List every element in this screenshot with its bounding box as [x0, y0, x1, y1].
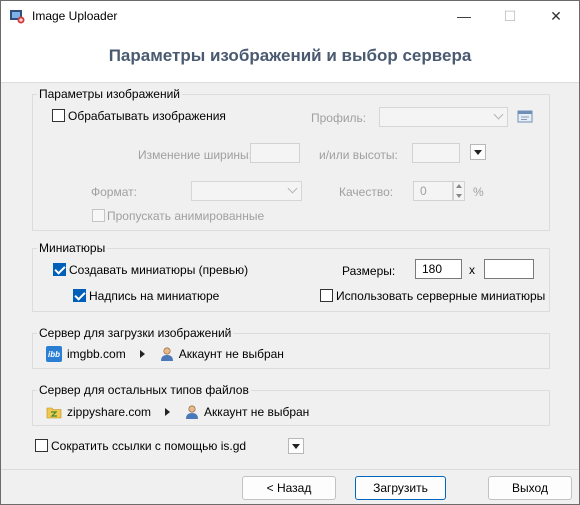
thumbnails-group-label: Миниатюры	[37, 241, 108, 255]
maximize-button[interactable]: ☐	[487, 1, 533, 31]
server-thumbnails-label[interactable]: Использовать серверные миниатюры	[336, 289, 545, 303]
close-button[interactable]: ✕	[533, 1, 579, 31]
height-label: и/или высоты:	[319, 148, 398, 162]
file-server-selector[interactable]: zippyshare.com Аккаунт не выбран	[46, 404, 309, 420]
title-bar: Image Uploader — ☐ ✕	[1, 1, 579, 31]
skip-animated-label[interactable]: Пропускать анимированные	[107, 209, 264, 223]
process-images-checkbox[interactable]	[52, 109, 65, 122]
quality-label: Качество:	[339, 185, 394, 199]
thumb-height-input[interactable]	[484, 259, 534, 279]
triangle-down-icon	[292, 443, 300, 449]
size-separator: x	[469, 263, 475, 277]
triangle-down-icon	[474, 149, 482, 155]
thumb-width-value: 180	[422, 262, 443, 276]
quality-value: 0	[420, 184, 427, 198]
app-icon	[10, 10, 25, 24]
image-params-group-label: Параметры изображений	[37, 87, 182, 101]
app-window: Image Uploader — ☐ ✕ Параметры изображен…	[0, 0, 580, 505]
imgbb-icon: ibb	[46, 346, 62, 362]
resize-width-label: Изменение ширины:	[138, 148, 252, 162]
chevron-down-icon	[287, 183, 298, 194]
spin-up-icon	[456, 184, 462, 188]
format-label: Формат:	[91, 185, 137, 199]
upload-button[interactable]: Загрузить	[355, 476, 446, 500]
zippyshare-icon	[46, 407, 62, 419]
window-title: Image Uploader	[32, 9, 118, 23]
thumbnail-caption-label[interactable]: Надпись на миниатюре	[89, 289, 219, 303]
thumbnail-caption-checkbox[interactable]	[73, 289, 86, 302]
minimize-button[interactable]: —	[441, 1, 487, 31]
process-images-label[interactable]: Обрабатывать изображения	[68, 109, 226, 123]
shorten-links-checkbox[interactable]	[35, 439, 48, 452]
percent-label: %	[473, 185, 484, 199]
create-thumbnails-label[interactable]: Создавать миниатюры (превью)	[69, 263, 248, 277]
footer-divider	[1, 469, 579, 470]
thumb-width-input[interactable]: 180	[415, 259, 462, 279]
profile-edit-icon[interactable]	[517, 109, 533, 125]
file-server-group-label: Сервер для остальных типов файлов	[37, 383, 251, 397]
exit-button[interactable]: Выход	[488, 476, 572, 500]
image-server-group-label: Сервер для загрузки изображений	[37, 326, 234, 340]
format-select[interactable]	[191, 181, 302, 201]
file-server-account[interactable]: Аккаунт не выбран	[204, 405, 309, 419]
image-server-selector[interactable]: ibb imgbb.com Аккаунт не выбран	[46, 346, 284, 362]
server-thumbnails-checkbox[interactable]	[320, 289, 333, 302]
spin-down-icon	[456, 194, 462, 198]
sizes-label: Размеры:	[342, 264, 396, 278]
image-server-account[interactable]: Аккаунт не выбран	[179, 347, 284, 361]
quality-input[interactable]: 0	[413, 181, 453, 201]
skip-animated-checkbox[interactable]	[92, 209, 105, 222]
shortener-dropdown[interactable]	[288, 438, 304, 454]
resize-width-input[interactable]	[250, 143, 300, 163]
chevron-down-icon	[493, 109, 504, 120]
back-button[interactable]: < Назад	[242, 476, 336, 500]
profile-select[interactable]	[379, 107, 508, 127]
user-icon	[186, 405, 199, 419]
file-server-name[interactable]: zippyshare.com	[67, 405, 151, 419]
user-icon	[160, 347, 173, 361]
quality-spinner[interactable]	[453, 181, 465, 201]
triangle-right-icon[interactable]	[139, 350, 145, 358]
triangle-right-icon[interactable]	[165, 408, 171, 416]
resize-mode-dropdown[interactable]	[470, 144, 486, 160]
profile-label: Профиль:	[311, 111, 367, 125]
create-thumbnails-checkbox[interactable]	[53, 263, 66, 276]
image-server-name[interactable]: imgbb.com	[67, 347, 126, 361]
page-title: Параметры изображений и выбор сервера	[108, 46, 472, 65]
shorten-links-label[interactable]: Сократить ссылки с помощью is.gd	[51, 439, 246, 453]
page-header: Параметры изображений и выбор сервера	[1, 31, 579, 83]
resize-height-input[interactable]	[412, 143, 460, 163]
